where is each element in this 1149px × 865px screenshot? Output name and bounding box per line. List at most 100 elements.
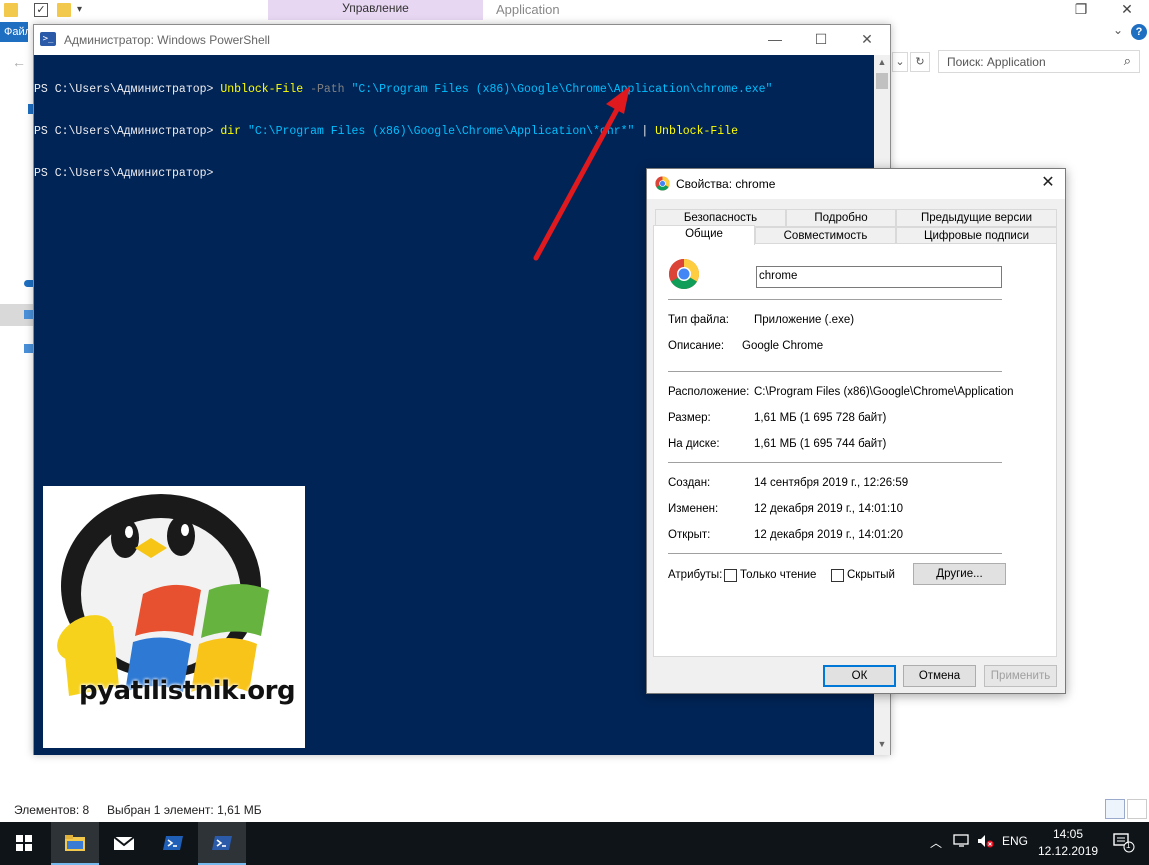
divider: [668, 299, 1002, 300]
console-prompt: PS C:\Users\Администратор>: [34, 125, 221, 138]
explorer-close-button[interactable]: ✕: [1104, 0, 1149, 20]
file-type-value: Приложение (.exe): [754, 314, 855, 326]
status-bar: Элементов: 8 Выбран 1 элемент: 1,61 МБ: [0, 798, 1149, 822]
powershell-title: Администратор: Windows PowerShell: [64, 33, 270, 47]
description-value: Google Chrome: [742, 340, 824, 352]
file-name-field[interactable]: chrome: [756, 266, 1002, 288]
penguin-logo-image: [43, 486, 305, 748]
properties-check-icon[interactable]: ✓: [34, 3, 48, 17]
console-string: "C:\Program Files (x86)\Google\Chrome\Ap…: [351, 83, 773, 96]
console-command: Unblock-File: [655, 125, 738, 138]
console-prompt: PS C:\Users\Администратор>: [34, 83, 221, 96]
chrome-icon: [655, 176, 670, 191]
accessed-label: Открыт:: [668, 529, 711, 541]
powershell-close-button[interactable]: ✕: [844, 25, 890, 55]
console-command: dir: [220, 125, 242, 138]
powershell-icon: >_: [40, 32, 56, 46]
help-icon[interactable]: ?: [1131, 24, 1147, 40]
size-on-disk-value: 1,61 МБ (1 695 744 байт): [754, 438, 887, 450]
size-on-disk-label: На диске:: [668, 438, 720, 450]
network-icon[interactable]: [953, 834, 971, 851]
show-hidden-icons-chevron[interactable]: ︿: [930, 834, 942, 851]
taskbar: ︿ ENG 14:05 12.12.2019 1: [0, 822, 1149, 865]
readonly-checkbox[interactable]: [724, 569, 737, 582]
site-logo: pyatilistnik.org: [43, 486, 305, 748]
cancel-button[interactable]: Отмена: [903, 665, 976, 687]
clock-date: 12.12.2019: [1038, 844, 1099, 858]
input-language-indicator[interactable]: ENG: [1002, 834, 1028, 848]
console-string: "C:\Program Files (x86)\Google\Chrome\Ap…: [247, 125, 635, 138]
start-button[interactable]: [0, 822, 48, 865]
explorer-titlebar: ✓ ▾ Управление Application ❐ ✕: [0, 0, 1149, 22]
divider: [668, 553, 1002, 554]
details-view-button[interactable]: [1105, 799, 1125, 819]
taskbar-clock[interactable]: 14:05 12.12.2019: [1038, 826, 1098, 860]
window-title-application: Application: [496, 2, 560, 17]
taskbar-powershell[interactable]: [198, 822, 246, 865]
clock-time: 14:05: [1052, 827, 1084, 841]
notification-icon: [1113, 833, 1135, 853]
apply-button[interactable]: Применить: [984, 665, 1057, 687]
console-parameter: [241, 125, 248, 138]
hidden-checkbox-label[interactable]: Скрытый: [847, 569, 895, 581]
windows-logo-icon: [16, 835, 32, 851]
search-placeholder: Поиск: Application: [947, 55, 1046, 69]
attributes-label: Атрибуты:: [668, 569, 723, 581]
modified-value: 12 декабря 2019 г., 14:01:10: [754, 503, 903, 515]
divider: [668, 371, 1002, 372]
ribbon-tab-file[interactable]: Файл: [0, 22, 28, 42]
folder-icon: [4, 3, 18, 17]
created-value: 14 сентября 2019 г., 12:26:59: [754, 477, 909, 489]
powershell-minimize-button[interactable]: —: [752, 25, 798, 55]
properties-titlebar[interactable]: Свойства: chrome ✕: [647, 169, 1065, 199]
file-explorer-icon: [65, 835, 85, 851]
general-tab-panel: chrome Тип файла: Приложение (.exe) Опис…: [653, 243, 1057, 657]
console-line: PS C:\Users\Администратор> dir "C:\Progr…: [34, 125, 874, 139]
readonly-checkbox-label[interactable]: Только чтение: [740, 569, 816, 581]
chrome-app-icon: [668, 259, 700, 290]
taskbar-mail[interactable]: [100, 822, 148, 865]
file-type-label: Тип файла:: [668, 314, 729, 326]
quick-access-dropdown-icon[interactable]: ▾: [77, 3, 91, 17]
tab-details[interactable]: Подробно: [786, 209, 896, 227]
location-value: C:\Program Files (x86)\Google\Chrome\App…: [754, 386, 1014, 398]
taskbar-powershell-ise[interactable]: [149, 822, 197, 865]
accessed-value: 12 декабря 2019 г., 14:01:20: [754, 529, 903, 541]
tab-general[interactable]: Общие: [653, 225, 755, 245]
back-arrow-icon[interactable]: ←: [12, 54, 26, 70]
ok-button[interactable]: ОК: [823, 665, 896, 687]
console-pipe: |: [634, 125, 656, 138]
scroll-down-icon[interactable]: ▼: [874, 739, 890, 753]
scroll-up-icon[interactable]: ▲: [874, 57, 890, 71]
action-center-button[interactable]: 1: [1112, 832, 1136, 857]
properties-title: Свойства: chrome: [676, 177, 776, 191]
status-selection: Выбран 1 элемент: 1,61 МБ: [107, 803, 262, 817]
modified-label: Изменен:: [668, 503, 719, 515]
explorer-restore-button[interactable]: ❐: [1058, 0, 1104, 20]
taskbar-file-explorer[interactable]: [51, 822, 99, 865]
properties-close-button[interactable]: ✕: [1031, 169, 1065, 199]
hidden-checkbox[interactable]: [831, 569, 844, 582]
powershell-ise-icon: [163, 836, 183, 850]
ribbon-tab-manage[interactable]: Управление: [268, 0, 483, 20]
address-dropdown-button[interactable]: ⌄: [892, 52, 908, 72]
advanced-attributes-button[interactable]: Другие...: [913, 563, 1006, 585]
powershell-titlebar[interactable]: >_ Администратор: Windows PowerShell — ☐…: [34, 25, 890, 55]
console-prompt: PS C:\Users\Администратор>: [34, 167, 214, 180]
new-folder-icon[interactable]: [57, 3, 71, 17]
powershell-maximize-button[interactable]: ☐: [798, 25, 844, 55]
divider: [668, 462, 1002, 463]
volume-muted-icon[interactable]: [977, 834, 995, 851]
location-label: Расположение:: [668, 386, 750, 398]
console-parameter: -Path: [303, 83, 352, 96]
tab-previous-versions[interactable]: Предыдущие версии: [896, 209, 1057, 227]
scroll-thumb[interactable]: [876, 73, 888, 89]
console-line: PS C:\Users\Администратор> Unblock-File …: [34, 83, 874, 97]
search-input[interactable]: Поиск: Application ⌕: [938, 50, 1140, 73]
search-icon: ⌕: [1123, 53, 1131, 68]
ribbon-expand-icon[interactable]: ⌄: [1113, 23, 1123, 37]
refresh-button[interactable]: ↻: [910, 52, 930, 72]
logo-text: pyatilistnik.org: [79, 676, 296, 706]
size-label: Размер:: [668, 412, 711, 424]
large-icons-view-button[interactable]: [1127, 799, 1147, 819]
